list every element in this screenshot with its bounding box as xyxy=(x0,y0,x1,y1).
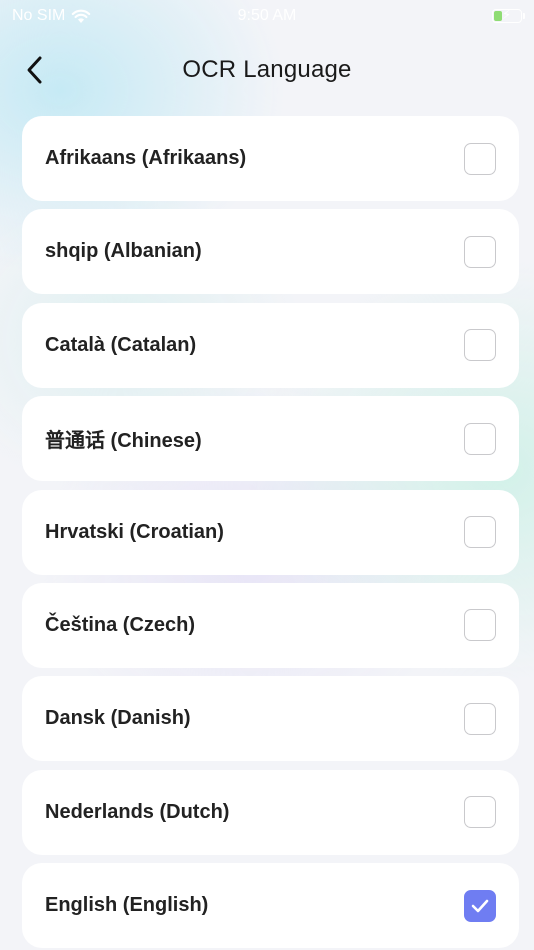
language-label: Afrikaans (Afrikaans) xyxy=(45,147,247,169)
language-label: Nederlands (Dutch) xyxy=(45,800,230,823)
language-row-danish[interactable]: Dansk (Danish) xyxy=(22,676,519,762)
charging-bolt-icon: ⚡ xyxy=(502,7,512,22)
battery-icon: ⚡ xyxy=(492,7,525,23)
language-checkbox[interactable] xyxy=(464,796,496,829)
language-row-czech[interactable]: Čeština (Czech) xyxy=(22,582,519,668)
language-row-croatian[interactable]: Hrvatski (Croatian) xyxy=(22,489,519,575)
language-row-albanian[interactable]: shqip (Albanian) xyxy=(22,209,519,295)
chevron-left-icon xyxy=(27,56,42,84)
language-checkbox[interactable] xyxy=(464,516,496,549)
language-row-english[interactable]: English (English) xyxy=(22,863,519,949)
language-checkbox[interactable] xyxy=(464,422,496,455)
language-checkbox[interactable] xyxy=(464,702,496,735)
checkmark-icon xyxy=(471,899,489,912)
language-row-dutch[interactable]: Nederlands (Dutch) xyxy=(22,769,519,855)
language-checkbox[interactable] xyxy=(464,329,496,362)
battery-level xyxy=(494,11,502,21)
language-list: Afrikaans (Afrikaans) shqip (Albanian) C… xyxy=(22,116,519,950)
language-row-afrikaans[interactable]: Afrikaans (Afrikaans) xyxy=(22,116,519,201)
language-label: English (English) xyxy=(45,894,209,917)
language-row-catalan[interactable]: Català (Catalan) xyxy=(22,302,519,388)
language-label: shqip (Albanian) xyxy=(45,240,202,263)
page-title: OCR Language xyxy=(182,56,352,83)
status-time: 9:50 AM xyxy=(237,7,297,24)
language-label: Hrvatski (Croatian) xyxy=(45,520,224,543)
language-checkbox[interactable] xyxy=(464,889,496,922)
status-bar: No SIM 9:50 AM ⚡ xyxy=(0,0,534,32)
language-label: Català (Catalan) xyxy=(45,333,197,356)
language-label: Dansk (Danish) xyxy=(45,707,191,730)
back-button[interactable] xyxy=(14,48,54,92)
language-checkbox[interactable] xyxy=(464,609,496,642)
language-checkbox[interactable] xyxy=(464,235,496,268)
language-label: Čeština (Czech) xyxy=(45,613,196,636)
language-row-chinese[interactable]: 普通话 (Chinese) xyxy=(22,396,519,482)
language-checkbox[interactable] xyxy=(464,142,496,175)
language-label: 普通话 (Chinese) xyxy=(45,430,202,453)
navigation-bar: OCR Language xyxy=(0,40,534,100)
